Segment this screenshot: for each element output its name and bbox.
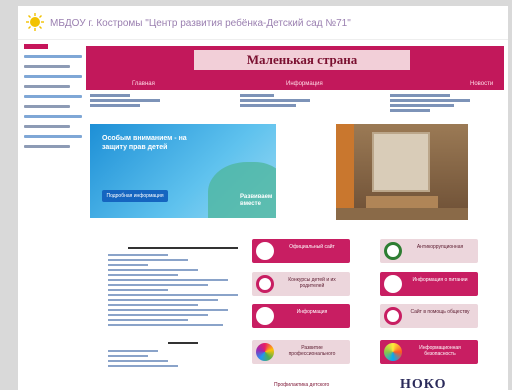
security-icon [384,343,402,361]
doc-link[interactable] [108,254,168,256]
tile-label: Конкурсы детей и их родителей [288,277,336,289]
sun-logo-icon[interactable] [26,13,44,31]
tile-anticorruption[interactable]: Антикоррупционная [380,239,478,263]
photo-window [372,132,430,192]
sidebar-item[interactable] [24,125,82,132]
tile-official-site[interactable]: Официальный сайт [252,239,350,263]
doc-link[interactable] [108,259,188,261]
promo-text: Особым вниманием - на защиту прав детей [102,135,187,151]
tile-info-security[interactable]: Информационная безопасность [380,340,478,364]
tile-label: Официальный сайт [289,244,335,250]
doc-link[interactable] [108,299,218,301]
nav-item-home[interactable]: Главная [132,81,155,87]
globe-icon [256,242,274,260]
doc-link[interactable] [108,350,158,352]
banner-title: Маленькая страна [194,50,410,70]
doc-link[interactable] [108,314,208,316]
doc-link[interactable] [108,294,238,296]
sidebar-heading [24,44,48,49]
sidebar-item[interactable] [24,55,82,62]
sidebar-menu [24,44,82,164]
tile-label: Развитие профессионального [288,345,336,357]
nav-item-info[interactable]: Информация [286,81,323,87]
doc-link[interactable] [108,264,148,266]
promo-brand: Развиваем вместе [240,194,273,207]
sidebar-item[interactable] [24,75,82,82]
page: МБДОУ г. Костромы "Центр развития ребёнк… [18,6,508,390]
docs-heading [128,247,238,249]
sidebar-item[interactable] [24,115,82,122]
site-header: МБДОУ г. Костромы "Центр развития ребёнк… [18,6,508,40]
photo-wall [336,124,354,220]
contact-block-phone [240,94,310,109]
doc-link[interactable] [108,319,188,321]
contact-block-email [390,94,470,114]
tile-development[interactable]: Развитие профессионального [252,340,350,364]
family-icon [256,275,274,293]
contact-block-address [90,94,160,109]
doc-link[interactable] [108,279,228,281]
tile-label: Антикоррупционная [416,244,464,250]
tile-label: Информация о питании [412,277,468,283]
tile-label: Информация [296,309,328,315]
doc-link[interactable] [108,289,168,291]
doc-link[interactable] [108,274,178,276]
tile-help-society[interactable]: Сайт в помощь обществу [380,304,478,328]
sidebar-item[interactable] [24,135,82,142]
camera-icon [256,307,274,325]
island-illustration [208,162,276,218]
classroom-photo [336,124,468,220]
document-links [108,254,258,329]
noko-logo[interactable]: НОКО [400,377,446,390]
tile-nutrition[interactable]: Информация о питании [380,272,478,296]
tile-label: Информационная безопасность [419,345,461,357]
sidebar-item[interactable] [24,95,82,102]
nav-item-news[interactable]: Новости [470,81,493,87]
promo-button[interactable]: Подробная информация [102,190,168,202]
doc-link[interactable] [108,324,223,326]
main-nav: Главная Информация Новости [86,80,504,90]
sidebar-item[interactable] [24,85,82,92]
doc-link[interactable] [108,309,228,311]
doc-link[interactable] [108,304,198,306]
promo-banner[interactable]: Особым вниманием - на защиту прав детей … [90,124,276,218]
tile-information[interactable]: Информация [252,304,350,328]
doc-link[interactable] [108,284,208,286]
sidebar-item[interactable] [24,145,82,152]
tile-contests[interactable]: Конкурсы детей и их родителей [252,272,350,296]
doc-link[interactable] [108,355,148,357]
plate-icon [384,275,402,293]
document-links-2 [108,350,188,370]
sidebar-item[interactable] [24,65,82,72]
tile-label: Сайт в помощь обществу [410,309,470,315]
doc-link[interactable] [108,360,168,362]
docs-heading-2 [168,342,198,344]
photo-floor [336,208,468,220]
doc-link[interactable] [108,365,178,367]
shield-icon [384,242,402,260]
photo-desk [366,196,438,208]
doc-link[interactable] [108,269,198,271]
sidebar-item[interactable] [24,105,82,112]
site-title[interactable]: МБДОУ г. Костромы "Центр развития ребёнк… [50,18,351,29]
puzzle-icon [256,343,274,361]
bottom-caption[interactable]: Профилактика детского [274,382,329,388]
help-icon [384,307,402,325]
hero-banner: Маленькая страна [86,46,504,80]
